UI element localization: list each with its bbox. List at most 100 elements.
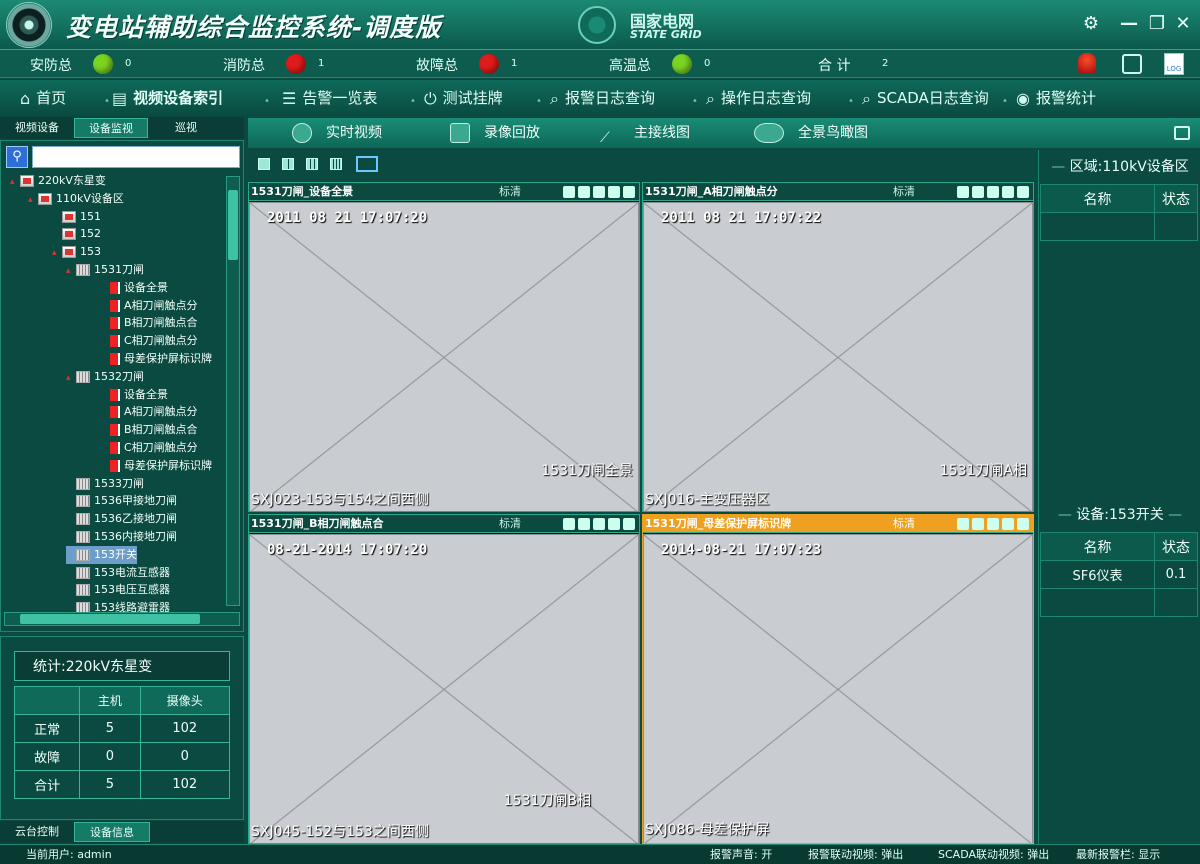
video-pane-active[interactable]: 1531刀闸_母差保护屏标识牌 标清 2014-08-21 17:07:23 S… bbox=[642, 514, 1034, 844]
tab-video-device[interactable]: 视频设备 bbox=[2, 118, 72, 138]
expand-toggle-icon[interactable]: ▴ bbox=[10, 173, 20, 191]
expand-toggle-icon[interactable]: ▴ bbox=[52, 244, 62, 262]
tree-node[interactable]: B相刀闸触点合 bbox=[100, 421, 198, 439]
lock-icon[interactable] bbox=[972, 517, 984, 530]
menu-scada-log-query[interactable]: ⌕ SCADA日志查询 bbox=[862, 80, 989, 116]
tree-node[interactable]: 1533刀闸 bbox=[66, 475, 144, 493]
tree-node[interactable]: A相刀闸触点分 bbox=[100, 403, 198, 421]
pane-quality[interactable]: 标清 bbox=[893, 183, 915, 201]
tab-panorama[interactable]: 全景鸟瞰图 bbox=[754, 118, 868, 148]
close-button[interactable]: ✕ bbox=[1172, 14, 1194, 36]
close-icon[interactable] bbox=[1017, 185, 1029, 198]
tree-node[interactable]: C相刀闸触点分 bbox=[100, 439, 198, 457]
snapshot-icon[interactable] bbox=[987, 185, 999, 198]
tree-node[interactable]: ▴ 153 bbox=[52, 243, 101, 261]
close-icon[interactable] bbox=[1017, 517, 1029, 530]
minimize-button[interactable]: — bbox=[1118, 14, 1140, 36]
network-icon[interactable] bbox=[1122, 54, 1142, 74]
tree-node-label: 153电流互感器 bbox=[94, 565, 170, 579]
layout-4-icon[interactable] bbox=[282, 158, 294, 170]
app-title: 变电站辅助综合监控系统-调度版 bbox=[66, 13, 442, 42]
tree-node[interactable]: 152 bbox=[52, 225, 101, 243]
expand-toggle-icon[interactable]: ▴ bbox=[66, 262, 76, 280]
fullscreen-icon[interactable] bbox=[356, 156, 378, 172]
alarm-bell-icon[interactable] bbox=[563, 185, 575, 198]
alarm-bell-icon[interactable] bbox=[563, 517, 575, 530]
tree-node[interactable]: 1536内接地刀闸 bbox=[66, 528, 177, 546]
menu-operation-log-query[interactable]: ⌕ 操作日志查询 bbox=[706, 80, 811, 116]
tree-node[interactable]: 153电流互感器 bbox=[66, 564, 170, 582]
expand-toggle-icon[interactable]: ▴ bbox=[66, 369, 76, 387]
tab-playback[interactable]: 录像回放 bbox=[450, 118, 540, 148]
latest-alarm-bar-status[interactable]: 最新报警栏: 显示 bbox=[1076, 846, 1160, 862]
tab-ptz-control[interactable]: 云台控制 bbox=[2, 822, 72, 842]
stats-cell: 5 bbox=[79, 714, 141, 743]
menu-alarm-statistics[interactable]: ◉ 报警统计 bbox=[1016, 80, 1096, 116]
tab-device-info[interactable]: 设备信息 bbox=[74, 822, 150, 842]
tree-node[interactable]: 153开关 bbox=[66, 545, 137, 564]
alarm-bell-icon[interactable] bbox=[957, 517, 969, 530]
tab-live-video[interactable]: 实时视频 bbox=[292, 118, 382, 148]
export-icon[interactable] bbox=[1174, 126, 1190, 140]
pane-quality[interactable]: 标清 bbox=[893, 515, 915, 533]
tree-node[interactable]: 151 bbox=[52, 208, 101, 226]
video-pane[interactable]: 1531刀闸_设备全景 标清 2011 08 21 17:07:20 1531刀… bbox=[248, 182, 640, 512]
tree-node[interactable]: ▴ 220kV东星变 bbox=[10, 172, 106, 190]
refresh-icon[interactable] bbox=[608, 517, 620, 530]
expand-toggle-icon[interactable]: ▴ bbox=[28, 191, 38, 209]
refresh-icon[interactable] bbox=[1002, 517, 1014, 530]
tree-node[interactable]: 1536乙接地刀闸 bbox=[66, 510, 177, 528]
pane-quality[interactable]: 标清 bbox=[499, 183, 521, 201]
tree-node[interactable]: 母差保护屏标识牌 bbox=[100, 457, 212, 475]
restore-button[interactable]: ❐ bbox=[1146, 14, 1168, 36]
tree-node[interactable]: ▴ 1531刀闸 bbox=[66, 261, 144, 279]
alarm-linkage-status[interactable]: 报警联动视频: 弹出 bbox=[808, 846, 903, 862]
menu-home[interactable]: ⌂ 首页 bbox=[20, 80, 66, 116]
close-icon[interactable] bbox=[623, 185, 635, 198]
snapshot-icon[interactable] bbox=[593, 517, 605, 530]
layout-16-icon[interactable] bbox=[330, 158, 342, 170]
snapshot-icon[interactable] bbox=[593, 185, 605, 198]
tree-vertical-scroll-thumb[interactable] bbox=[228, 190, 238, 260]
alarm-sound-status[interactable]: 报警声音: 开 bbox=[710, 846, 772, 862]
tab-device-monitor[interactable]: 设备监视 bbox=[74, 118, 148, 138]
tree-node[interactable]: 153线路避雷器 bbox=[66, 599, 170, 612]
refresh-icon[interactable] bbox=[1002, 185, 1014, 198]
tree-node[interactable]: 母差保护屏标识牌 bbox=[100, 350, 212, 368]
menu-test-tag[interactable]: ⏻ 测试挂牌 bbox=[424, 80, 503, 116]
tree-node[interactable]: C相刀闸触点分 bbox=[100, 332, 198, 350]
tab-wiring-diagram[interactable]: ⟋ 主接线图 bbox=[600, 118, 690, 148]
refresh-icon[interactable] bbox=[608, 185, 620, 198]
video-pane[interactable]: 1531刀闸_B相刀闸触点合 标清 08-21-2014 17:07:20 15… bbox=[248, 514, 640, 844]
search-icon[interactable]: ⚲ bbox=[6, 146, 28, 168]
tree-node[interactable]: 1536甲接地刀闸 bbox=[66, 492, 177, 510]
tree-node[interactable]: 153电压互感器 bbox=[66, 581, 170, 599]
table-row[interactable]: SF6仪表 0.1 bbox=[1040, 560, 1198, 589]
tree-node[interactable]: ▴ 1532刀闸 bbox=[66, 368, 144, 386]
tree-horizontal-scroll-thumb[interactable] bbox=[20, 614, 200, 624]
close-icon[interactable] bbox=[623, 517, 635, 530]
tree-node[interactable]: A相刀闸触点分 bbox=[100, 297, 198, 315]
menu-video-device-index[interactable]: ▤ 视频设备索引 bbox=[112, 80, 223, 116]
scada-linkage-status[interactable]: SCADA联动视频: 弹出 bbox=[938, 846, 1049, 862]
lock-icon[interactable] bbox=[578, 185, 590, 198]
menu-alarm-list[interactable]: ☰ 告警一览表 bbox=[282, 80, 377, 116]
alarm-light-icon[interactable] bbox=[1078, 53, 1096, 73]
video-pane[interactable]: 1531刀闸_A相刀闸触点分 标清 2011 08 21 17:07:22 15… bbox=[642, 182, 1034, 512]
menu-alarm-log-query[interactable]: ⌕ 报警日志查询 bbox=[550, 80, 655, 116]
search-input[interactable] bbox=[32, 146, 240, 168]
tree-node[interactable]: 设备全景 bbox=[100, 386, 168, 404]
lock-icon[interactable] bbox=[972, 185, 984, 198]
tree-node[interactable]: ▴ 110kV设备区 bbox=[28, 190, 124, 208]
lock-icon[interactable] bbox=[578, 517, 590, 530]
layout-1-icon[interactable] bbox=[258, 158, 270, 170]
pane-quality[interactable]: 标清 bbox=[499, 515, 521, 533]
snapshot-icon[interactable] bbox=[987, 517, 999, 530]
tree-node[interactable]: B相刀闸触点合 bbox=[100, 314, 198, 332]
tab-patrol[interactable]: 巡视 bbox=[150, 118, 222, 138]
layout-9-icon[interactable] bbox=[306, 158, 318, 170]
gear-icon[interactable]: ⚙ bbox=[1080, 14, 1102, 36]
log-file-icon[interactable]: LOG bbox=[1164, 53, 1184, 75]
tree-node[interactable]: 设备全景 bbox=[100, 279, 168, 297]
alarm-bell-icon[interactable] bbox=[957, 185, 969, 198]
